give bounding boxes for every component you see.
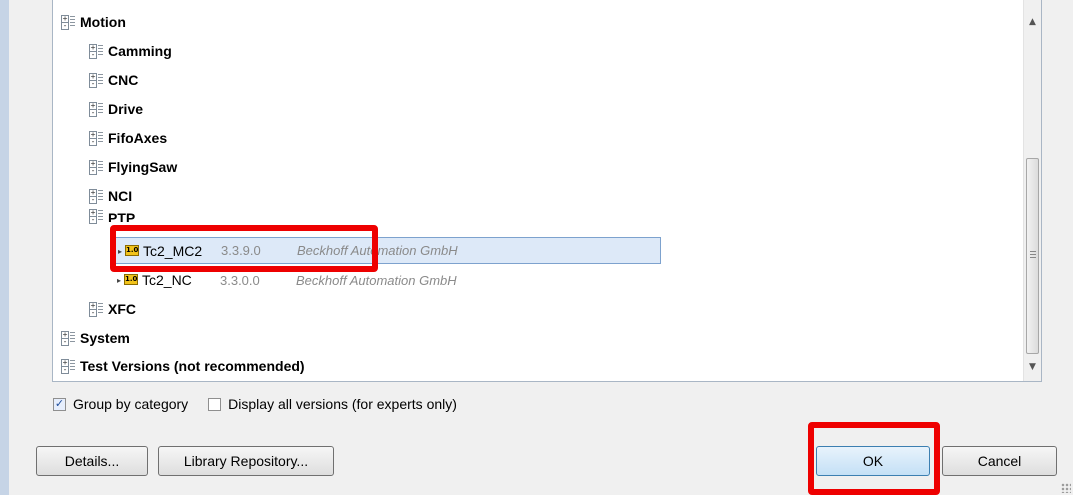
tree-node-label: Drive [108,101,144,117]
vertical-scrollbar[interactable]: ▲ ▼ [1023,0,1041,381]
tree-node-label: NCI [108,188,133,204]
options-row: ✓ Group by category Display all versions… [53,396,477,412]
tree-node-test-versions[interactable]: + - Test Versions (not recommended) [60,352,305,380]
library-name: Tc2_NC [142,272,192,288]
grip-icon [1030,251,1036,258]
display-all-versions-checkbox[interactable] [208,397,222,411]
library-repository-button[interactable]: Library Repository... [158,446,334,476]
library-version-icon: ▸ 1.0 [117,274,138,285]
resize-grip-icon[interactable] [1061,483,1071,493]
library-version: 3.3.0.0 [220,272,260,288]
tree-node-label: System [80,330,130,346]
tree-node-label: PTP [108,210,136,222]
tree-node-camming[interactable]: + - Camming [88,37,172,65]
tree-node-motion[interactable]: + - Motion [60,8,126,36]
display-all-versions-option[interactable]: Display all versions (for experts only) [208,396,457,412]
group-by-category-option[interactable]: ✓ Group by category [53,396,188,412]
cancel-button[interactable]: Cancel [942,446,1057,476]
category-node-icon[interactable]: + - [88,188,104,204]
category-node-icon[interactable]: + - [60,358,76,374]
tree-node-label: Camming [108,43,172,59]
scroll-up-arrow-icon[interactable]: ▲ [1024,14,1041,31]
scroll-down-arrow-icon[interactable]: ▼ [1024,359,1041,376]
group-by-category-checkbox[interactable]: ✓ [53,397,66,411]
highlight-box-library [110,225,378,272]
scrollbar-thumb[interactable] [1026,158,1039,354]
tree-node-xfc[interactable]: + - XFC [88,295,136,323]
library-tree-panel: + - Motion + - Camming + - CNC + - Drive + - … [52,0,1042,382]
details-button[interactable]: Details... [36,446,148,476]
tree-node-label: Test Versions (not recommended) [80,358,305,374]
tree-node-label: FifoAxes [108,130,168,146]
category-node-icon[interactable]: + - [88,301,104,317]
display-all-versions-label: Display all versions (for experts only) [228,396,457,412]
tree-node-system[interactable]: + - System [60,324,130,352]
highlight-box-ok [808,422,940,495]
window-border [0,0,9,495]
category-node-icon[interactable]: + - [60,14,76,30]
tree-node-cnc[interactable]: + - CNC [88,66,138,94]
category-node-icon[interactable]: + - [88,130,104,146]
category-node-icon[interactable]: + - [60,330,76,346]
tree-node-flyingsaw[interactable]: + - FlyingSaw [88,153,177,181]
group-by-category-label: Group by category [73,396,189,412]
tree-node-label: CNC [108,72,139,88]
library-tree: + - Motion + - Camming + - CNC + - Drive + - … [53,0,1024,381]
category-node-icon[interactable]: + - [88,101,104,117]
category-node-icon[interactable]: + - [88,208,104,224]
tree-node-fifoaxes[interactable]: + - FifoAxes [88,124,167,152]
tree-node-nci[interactable]: + - NCI [88,182,132,210]
library-vendor: Beckhoff Automation GmbH [296,272,457,288]
tree-node-drive[interactable]: + - Drive [88,95,143,123]
tree-node-label: Motion [80,14,126,30]
tree-node-label: FlyingSaw [108,159,178,175]
category-node-icon[interactable]: + - [88,43,104,59]
category-node-icon[interactable]: + - [88,72,104,88]
category-node-icon[interactable]: + - [88,159,104,175]
tree-node-label: XFC [108,301,136,317]
